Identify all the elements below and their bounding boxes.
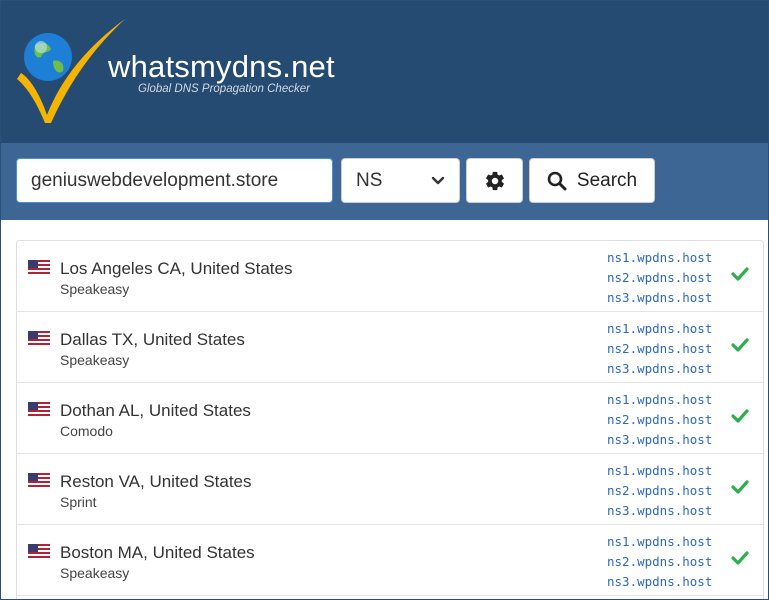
check-icon — [731, 480, 749, 494]
nameserver[interactable]: ns2.wpdns.host — [607, 339, 727, 359]
check-icon — [731, 338, 749, 352]
result-row: Reston VA, United States Sprint ns1.wpdn… — [17, 454, 763, 525]
result-row: Boston MA, United States Speakeasy ns1.w… — [17, 525, 763, 596]
nameserver[interactable]: ns2.wpdns.host — [607, 481, 727, 501]
record-type-value: NS — [356, 169, 383, 191]
nameserver[interactable]: ns1.wpdns.host — [607, 248, 727, 268]
brand-name[interactable]: whatsmydns.net — [108, 49, 335, 85]
nameserver[interactable]: ns2.wpdns.host — [607, 552, 727, 572]
result-nameservers: ns1.wpdns.host ns2.wpdns.host ns3.wpdns.… — [607, 461, 727, 521]
result-row: Los Angeles CA, United States Speakeasy … — [17, 241, 763, 312]
check-icon — [731, 267, 749, 281]
check-icon — [731, 551, 749, 565]
result-nameservers: ns1.wpdns.host ns2.wpdns.host ns3.wpdns.… — [607, 532, 727, 592]
result-provider: Comodo — [60, 423, 113, 439]
result-provider: Speakeasy — [60, 352, 130, 368]
nameserver[interactable]: ns2.wpdns.host — [607, 268, 727, 288]
nameserver[interactable]: ns1.wpdns.host — [607, 461, 727, 481]
app-frame: whatsmydns.net Global DNS Propagation Ch… — [0, 0, 769, 600]
result-provider: Speakeasy — [60, 281, 130, 297]
result-nameservers: ns1.wpdns.host ns2.wpdns.host ns3.wpdns.… — [607, 390, 727, 450]
site-header: whatsmydns.net Global DNS Propagation Ch… — [1, 1, 768, 143]
result-provider: Speakeasy — [60, 565, 130, 581]
us-flag-icon — [28, 402, 50, 416]
check-icon — [731, 409, 749, 423]
chevron-down-icon — [431, 176, 445, 184]
result-nameservers: ns1.wpdns.host ns2.wpdns.host ns3.wpdns.… — [607, 248, 727, 308]
gear-icon — [485, 171, 504, 190]
result-row: Dallas TX, United States Speakeasy ns1.w… — [17, 312, 763, 383]
result-nameservers: ns1.wpdns.host ns2.wpdns.host ns3.wpdns.… — [607, 319, 727, 379]
settings-button[interactable] — [466, 158, 523, 203]
search-button-label: Search — [576, 169, 638, 191]
nameserver[interactable]: ns3.wpdns.host — [607, 430, 727, 450]
us-flag-icon — [28, 473, 50, 487]
nameserver[interactable]: ns1.wpdns.host — [607, 532, 727, 552]
nameserver[interactable]: ns3.wpdns.host — [607, 359, 727, 379]
nameserver[interactable]: ns1.wpdns.host — [607, 319, 727, 339]
result-provider: Sprint — [60, 494, 97, 510]
result-location: Los Angeles CA, United States — [60, 259, 293, 278]
result-location: Boston MA, United States — [60, 543, 255, 562]
nameserver[interactable]: ns3.wpdns.host — [607, 501, 727, 521]
domain-input[interactable] — [16, 158, 333, 203]
us-flag-icon — [28, 260, 50, 274]
us-flag-icon — [28, 331, 50, 345]
results-list: Los Angeles CA, United States Speakeasy … — [16, 240, 764, 599]
record-type-select[interactable]: NS — [341, 158, 460, 203]
us-flag-icon — [28, 544, 50, 558]
result-location: Reston VA, United States — [60, 472, 252, 491]
search-button[interactable]: Search — [529, 158, 655, 203]
result-row: Dothan AL, United States Comodo ns1.wpdn… — [17, 383, 763, 454]
nameserver[interactable]: ns1.wpdns.host — [607, 390, 727, 410]
result-location: Dallas TX, United States — [60, 330, 245, 349]
nameserver[interactable]: ns3.wpdns.host — [607, 572, 727, 592]
brand-tagline: Global DNS Propagation Checker — [138, 83, 310, 95]
nameserver[interactable]: ns3.wpdns.host — [607, 288, 727, 308]
nameserver[interactable]: ns2.wpdns.host — [607, 410, 727, 430]
result-location: Dothan AL, United States — [60, 401, 251, 420]
magnifier-icon — [547, 171, 567, 190]
